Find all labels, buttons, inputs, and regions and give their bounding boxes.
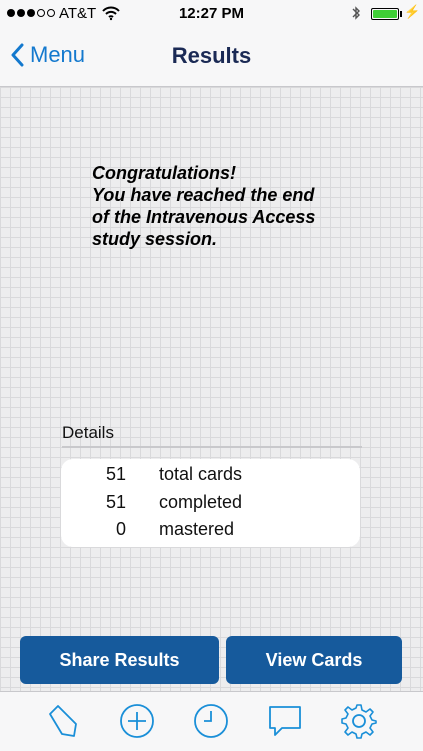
stat-label: completed — [159, 492, 243, 512]
navigation-bar: Menu Results — [0, 28, 423, 87]
message-line: You have reached the end — [92, 185, 315, 205]
stat-row-mastered: 0 mastered — [61, 519, 360, 546]
stat-label: total cards — [159, 464, 243, 484]
stat-label: mastered — [159, 519, 235, 539]
tab-add[interactable] — [118, 702, 156, 740]
details-heading: Details — [62, 423, 114, 442]
tab-bookmark[interactable] — [44, 702, 82, 740]
status-bar: AT&T 12:27 PM ⚡ — [0, 0, 423, 28]
message-line: of the Intravenous Access — [92, 207, 316, 227]
bluetooth-icon — [351, 5, 361, 25]
battery-icon — [371, 8, 399, 20]
clock-icon — [194, 704, 228, 738]
tab-settings[interactable] — [340, 702, 378, 740]
results-content: Congratulations! You have reached the en… — [0, 87, 423, 691]
charging-bolt-icon: ⚡ — [404, 4, 421, 19]
stat-value: 0 — [115, 519, 126, 539]
stat-value: 51 — [105, 464, 126, 484]
details-divider — [62, 446, 362, 448]
stat-value: 51 — [105, 492, 126, 512]
gear-icon — [341, 704, 377, 739]
stat-row-total: 51 total cards — [61, 464, 360, 491]
battery-fill — [373, 10, 397, 18]
tab-history[interactable] — [192, 702, 230, 740]
tab-feedback[interactable] — [266, 702, 304, 740]
speech-bubble-icon — [269, 706, 301, 736]
congratulations-message: Congratulations! You have reached the en… — [92, 162, 352, 250]
message-line: Congratulations! — [92, 163, 236, 183]
plus-circle-icon — [120, 704, 154, 738]
bookmark-icon — [49, 705, 77, 737]
view-cards-button[interactable]: View Cards — [226, 636, 402, 684]
stat-row-completed: 51 completed — [61, 492, 360, 519]
tab-bar — [0, 691, 423, 751]
message-line: study session. — [92, 229, 218, 249]
page-title: Results — [171, 43, 252, 68]
details-card: 51 total cards 51 completed 0 mastered — [61, 459, 360, 547]
share-results-button[interactable]: Share Results — [20, 636, 219, 684]
battery-tip — [400, 11, 402, 17]
